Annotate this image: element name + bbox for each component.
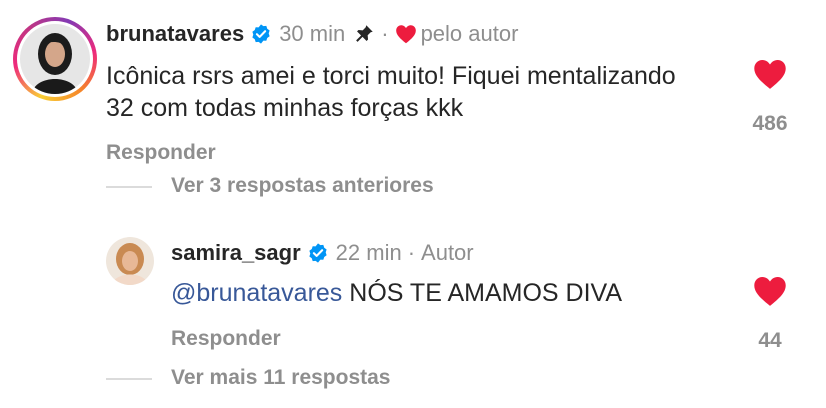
like-heart-icon[interactable] [752, 275, 788, 307]
reply-text: @brunatavares NÓS TE AMAMOS DIVA [171, 277, 622, 309]
username[interactable]: samira_sagr [171, 240, 301, 266]
like-count[interactable]: 44 [748, 329, 792, 353]
username[interactable]: brunatavares [106, 21, 244, 47]
mention-link[interactable]: @brunatavares [171, 279, 342, 307]
reply-time: 22 min [335, 240, 402, 265]
like-count[interactable]: 486 [738, 112, 802, 136]
pin-icon [356, 25, 373, 42]
comment-text: Icônica rsrs amei e torci muito! Fiquei … [106, 62, 676, 122]
view-previous-replies-link[interactable]: Ver 3 respostas anteriores [171, 174, 434, 198]
heart-icon [395, 25, 416, 44]
separator: · [407, 240, 416, 265]
thread-line [106, 378, 152, 380]
reply-button[interactable]: Responder [171, 327, 281, 351]
author-label: Autor [421, 240, 474, 265]
thread-line [106, 186, 152, 188]
verified-badge-icon [252, 24, 270, 44]
view-more-replies-link[interactable]: Ver mais 11 respostas [171, 366, 391, 390]
avatar-photo-bruna [20, 24, 90, 94]
like-heart-icon[interactable] [752, 58, 788, 90]
comment-header: brunatavares 30 min · pelo autor [106, 21, 518, 47]
comment-time: 30 min [279, 21, 346, 46]
reply-header: samira_sagr 22 min · Autor [171, 240, 474, 266]
reply-message: NÓS TE AMAMOS DIVA [349, 279, 623, 307]
verified-badge-icon [309, 243, 327, 263]
avatar[interactable] [13, 17, 97, 101]
separator: · [381, 21, 389, 46]
reply-button[interactable]: Responder [106, 141, 216, 165]
avatar-reply[interactable] [106, 237, 154, 285]
liked-by-author-label: pelo autor [420, 21, 519, 46]
